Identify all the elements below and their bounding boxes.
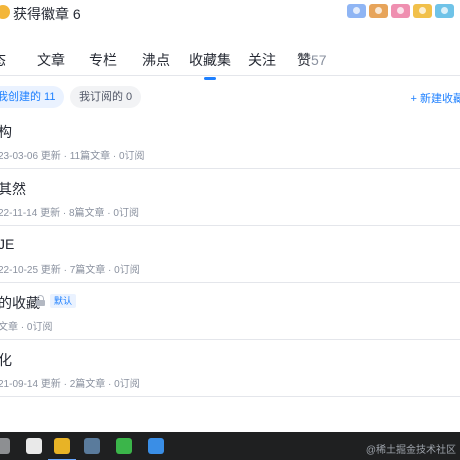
tab-following[interactable]: 关注: [248, 50, 276, 70]
medal-pink-icon[interactable]: [391, 4, 410, 18]
new-collection-button[interactable]: + 新建收藏: [411, 90, 460, 106]
medal-list: [347, 4, 454, 18]
tab-collections[interactable]: 收藏集: [189, 50, 231, 80]
collection-meta: 22-11-14 更新 · 8篇文章 · 0订阅: [0, 208, 139, 219]
chrome-icon[interactable]: [48, 438, 76, 460]
wechat-icon[interactable]: [116, 438, 132, 454]
collection-title[interactable]: 化: [0, 350, 12, 370]
collection-title[interactable]: JE: [0, 236, 14, 252]
qq-icon[interactable]: [26, 438, 42, 454]
medal-cap-icon[interactable]: [369, 4, 388, 18]
profile-content-card: 态 文章 专栏 沸点 收藏集 关注 赞57 我创建的 11 我订阅的 0 + 新…: [0, 40, 460, 432]
app-unknown-icon[interactable]: [0, 438, 10, 454]
tab-columns[interactable]: 专栏: [89, 50, 117, 70]
badge-icon: [0, 5, 10, 19]
watermark: @稀土掘金技术社区: [365, 445, 456, 456]
collection-item[interactable]: 化 21-09-14 更新 · 2篇文章 · 0订阅: [0, 340, 460, 397]
collection-item[interactable]: 其然 22-11-14 更新 · 8篇文章 · 0订阅: [0, 169, 460, 226]
collection-item[interactable]: 的收藏 默认 文章 · 0订阅: [0, 283, 460, 340]
tab-likes[interactable]: 赞57: [297, 50, 327, 70]
tab-dynamics[interactable]: 态: [0, 50, 6, 70]
collection-title[interactable]: 的收藏: [0, 293, 40, 313]
lock-icon: [36, 295, 45, 306]
medal-gold-icon[interactable]: [413, 4, 432, 18]
collection-filters: 我创建的 11 我订阅的 0 + 新建收藏: [0, 86, 460, 108]
taskbar: @稀土掘金技术社区: [0, 432, 460, 460]
collection-meta: 21-09-14 更新 · 2篇文章 · 0订阅: [0, 379, 140, 390]
medal-cyan-icon[interactable]: [435, 4, 454, 18]
collection-item[interactable]: 构 23-03-06 更新 · 11篇文章 · 0订阅: [0, 112, 460, 169]
profile-tabs: 态 文章 专栏 沸点 收藏集 关注 赞57: [0, 40, 460, 80]
collection-item[interactable]: JE 22-10-25 更新 · 7篇文章 · 0订阅: [0, 226, 460, 283]
feishu-icon[interactable]: [148, 438, 164, 454]
tab-articles[interactable]: 文章: [37, 50, 65, 70]
filter-subscribed-button[interactable]: 我订阅的 0: [70, 86, 142, 108]
badge-count-link[interactable]: 获得徽章 6: [13, 4, 81, 24]
collection-title[interactable]: 构: [0, 122, 12, 142]
collection-meta: 文章 · 0订阅: [0, 322, 53, 333]
default-tag: 默认: [50, 294, 77, 308]
filter-created-button[interactable]: 我创建的 11: [0, 86, 65, 108]
collection-meta: 22-10-25 更新 · 7篇文章 · 0订阅: [0, 265, 140, 276]
profile-header: 获得徽章 6: [0, 0, 460, 40]
collection-title[interactable]: 其然: [0, 179, 26, 199]
collection-list: 构 23-03-06 更新 · 11篇文章 · 0订阅 其然 22-11-14 …: [0, 112, 460, 397]
collection-meta: 23-03-06 更新 · 11篇文章 · 0订阅: [0, 151, 145, 162]
tab-pins[interactable]: 沸点: [142, 50, 170, 70]
medal-blue-icon[interactable]: [347, 4, 366, 18]
image-viewer-icon[interactable]: [84, 438, 100, 454]
